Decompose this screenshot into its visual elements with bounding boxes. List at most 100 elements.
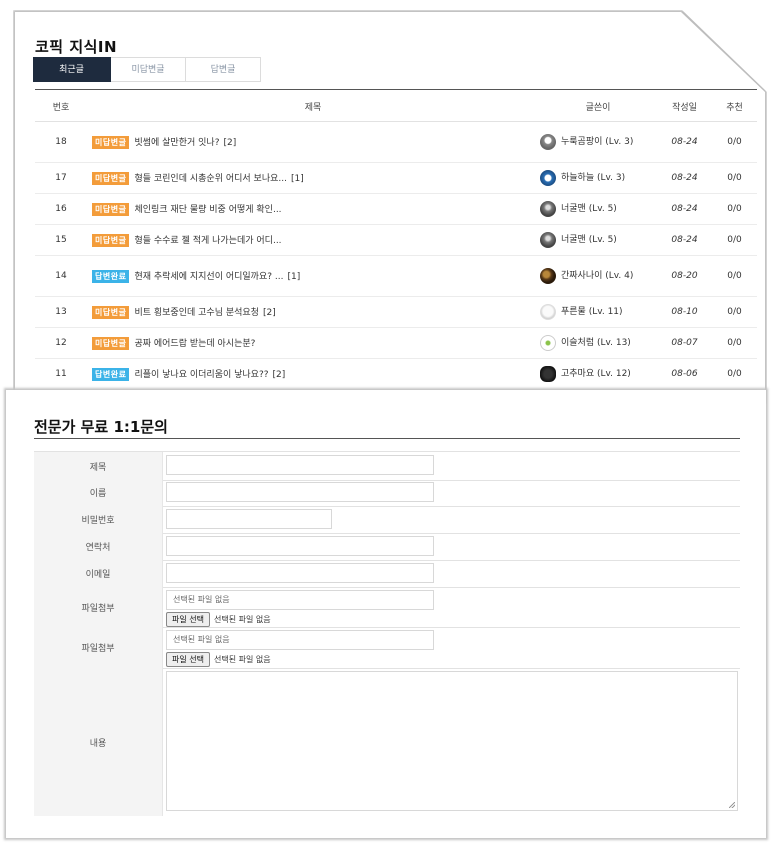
form-row-name: 이름 bbox=[34, 479, 740, 507]
board-title: 코픽 지식IN bbox=[35, 38, 118, 56]
row-date: 08-24 bbox=[657, 162, 712, 194]
writer-wrap: 이슬처럼 (Lv. 13) bbox=[540, 335, 656, 351]
question-link[interactable]: 현재 추락세에 지지선이 어디일까요? ... bbox=[134, 272, 283, 282]
file1-label: 파일첨부 bbox=[34, 587, 163, 627]
password-input[interactable] bbox=[166, 509, 332, 529]
table-row[interactable]: 16 미답변글 체인링크 재단 물량 비중 어떻게 확인... 너굴맨 (Lv. 5)… bbox=[35, 193, 757, 225]
content-label: 내용 bbox=[34, 668, 163, 816]
file1-choose-button[interactable]: 파일 선택 bbox=[166, 612, 210, 627]
table-row[interactable]: 12 미답변글 공짜 에어드랍 받는데 아시는분? 이슬처럼 (Lv. 13) 08-0… bbox=[35, 327, 757, 359]
writer-name[interactable]: 고추마요 (Lv. 12) bbox=[561, 367, 631, 381]
writer-wrap: 누룩곰팡이 (Lv. 3) bbox=[540, 134, 656, 150]
contact-input[interactable] bbox=[166, 536, 434, 556]
question-link[interactable]: 형들 수수료 젤 적게 나가는데가 어디... bbox=[134, 236, 281, 246]
question-link[interactable]: 리플이 낳나요 이더리움이 낳나요?? bbox=[134, 370, 268, 380]
avatar[interactable] bbox=[540, 335, 556, 351]
column-header-date: 작성일 bbox=[657, 91, 712, 122]
table-row[interactable]: 14 답변완료 현재 추락세에 지지선이 어디일까요? ... [1] 간짜사나이 (L… bbox=[35, 255, 757, 297]
avatar[interactable] bbox=[540, 134, 556, 150]
row-writer-cell: 하늘하늘 (Lv. 3) bbox=[539, 162, 657, 194]
file2-label: 파일첨부 bbox=[34, 627, 163, 668]
avatar[interactable] bbox=[540, 232, 556, 248]
row-vote: 0/0 bbox=[712, 193, 757, 225]
contact-field-wrap bbox=[163, 533, 740, 560]
table-row[interactable]: 17 미답변글 형들 코린인데 시총순위 어디서 보나요... [1] 하늘하늘 (Lv… bbox=[35, 162, 757, 194]
question-link[interactable]: 빗썸에 살만한거 잇나? bbox=[134, 138, 219, 148]
writer-name[interactable]: 너굴맨 (Lv. 5) bbox=[561, 202, 617, 216]
row-date: 08-07 bbox=[657, 327, 712, 359]
column-header-vote: 추천 bbox=[712, 91, 757, 122]
row-vote: 0/0 bbox=[712, 327, 757, 359]
board-body: 18 미답변글 빗썸에 살만한거 잇나? [2] 누룩곰팡이 (Lv. 3) 08-24 0… bbox=[35, 121, 757, 402]
form-row-file2: 파일첨부 선택된 파일 없음 파일 선택 선택된 파일 없음 bbox=[34, 627, 740, 669]
status-badge: 미답변글 bbox=[92, 136, 130, 149]
form-row-email: 이메일 bbox=[34, 560, 740, 588]
board-card: 코픽 지식IN 최근글 미답변글 답변글 번호 제목 글쓴이 작성일 추천 18… bbox=[15, 12, 765, 402]
password-label: 비밀번호 bbox=[34, 506, 163, 533]
board-divider bbox=[35, 89, 757, 90]
file2-choose-button[interactable]: 파일 선택 bbox=[166, 652, 210, 667]
writer-name[interactable]: 너굴맨 (Lv. 5) bbox=[561, 233, 617, 247]
table-row[interactable]: 11 답변완료 리플이 낳나요 이더리움이 낳나요?? [2] 고추마요 (Lv. 12… bbox=[35, 358, 757, 390]
status-badge: 미답변글 bbox=[92, 234, 130, 247]
row-number: 15 bbox=[35, 224, 87, 256]
row-vote: 0/0 bbox=[712, 255, 757, 297]
row-writer-cell: 간짜사나이 (Lv. 4) bbox=[539, 255, 657, 297]
status-badge: 답변완료 bbox=[92, 270, 130, 283]
tab-recent[interactable]: 최근글 bbox=[33, 57, 111, 82]
row-subject-cell: 미답변글 공짜 에어드랍 받는데 아시는분? bbox=[87, 327, 539, 359]
table-row[interactable]: 18 미답변글 빗썸에 살만한거 잇나? [2] 누룩곰팡이 (Lv. 3) 08-24 0… bbox=[35, 121, 757, 163]
tab-unanswered[interactable]: 미답변글 bbox=[111, 57, 186, 82]
writer-name[interactable]: 누룩곰팡이 (Lv. 3) bbox=[561, 135, 633, 149]
form-divider bbox=[34, 438, 740, 439]
file1-picker: 파일 선택 선택된 파일 없음 bbox=[166, 612, 740, 627]
row-date: 08-20 bbox=[657, 255, 712, 297]
email-field-wrap bbox=[163, 560, 740, 587]
form-row-password: 비밀번호 bbox=[34, 506, 740, 534]
file1-status: 선택된 파일 없음 bbox=[213, 615, 271, 624]
question-link[interactable]: 체인링크 재단 물량 비중 어떻게 확인... bbox=[134, 205, 281, 215]
board-tabs: 최근글 미답변글 답변글 bbox=[33, 57, 261, 82]
subject-input[interactable] bbox=[166, 455, 434, 475]
status-badge: 미답변글 bbox=[92, 172, 130, 185]
form-title: 전문가 무료 1:1문의 bbox=[34, 418, 168, 436]
table-row[interactable]: 13 미답변글 비트 횡보중인데 고수님 분석요청 [2] 푸른물 (Lv. 11) 08… bbox=[35, 296, 757, 328]
inquiry-form-card: 전문가 무료 1:1문의 제목 이름 비밀번호 연락처 이메일 파일첨부 선택된… bbox=[6, 390, 766, 838]
writer-wrap: 너굴맨 (Lv. 5) bbox=[540, 232, 656, 248]
row-date: 08-10 bbox=[657, 296, 712, 328]
question-link[interactable]: 비트 횡보중인데 고수님 분석요청 bbox=[134, 308, 259, 318]
writer-name[interactable]: 이슬처럼 (Lv. 13) bbox=[561, 336, 631, 350]
avatar[interactable] bbox=[540, 268, 556, 284]
row-number: 18 bbox=[35, 121, 87, 163]
question-link[interactable]: 공짜 에어드랍 받는데 아시는분? bbox=[134, 339, 255, 349]
row-vote: 0/0 bbox=[712, 358, 757, 390]
writer-name[interactable]: 하늘하늘 (Lv. 3) bbox=[561, 171, 625, 185]
table-row[interactable]: 15 미답변글 형들 수수료 젤 적게 나가는데가 어디... 너굴맨 (Lv. 5)… bbox=[35, 224, 757, 256]
tab-answered[interactable]: 답변글 bbox=[186, 57, 261, 82]
content-textarea[interactable] bbox=[166, 671, 738, 811]
status-badge: 답변완료 bbox=[92, 368, 130, 381]
avatar[interactable] bbox=[540, 170, 556, 186]
writer-name[interactable]: 푸른물 (Lv. 11) bbox=[561, 305, 623, 319]
row-subject-cell: 답변완료 리플이 낳나요 이더리움이 낳나요?? [2] bbox=[87, 358, 539, 390]
row-vote: 0/0 bbox=[712, 224, 757, 256]
name-field-wrap bbox=[163, 479, 740, 506]
row-number: 16 bbox=[35, 193, 87, 225]
resize-grip-icon[interactable] bbox=[729, 802, 735, 808]
row-subject-cell: 미답변글 비트 횡보중인데 고수님 분석요청 [2] bbox=[87, 296, 539, 328]
avatar[interactable] bbox=[540, 366, 556, 382]
comment-count: [1] bbox=[287, 272, 301, 282]
row-vote: 0/0 bbox=[712, 162, 757, 194]
avatar[interactable] bbox=[540, 201, 556, 217]
email-input[interactable] bbox=[166, 563, 434, 583]
comment-count: [2] bbox=[272, 370, 286, 380]
column-header-num: 번호 bbox=[35, 91, 87, 122]
file1-field-wrap: 선택된 파일 없음 파일 선택 선택된 파일 없음 bbox=[163, 587, 740, 627]
board-table: 번호 제목 글쓴이 작성일 추천 18 미답변글 빗썸에 살만한거 잇나? [2] 누룩… bbox=[35, 91, 757, 402]
name-input[interactable] bbox=[166, 482, 434, 502]
avatar[interactable] bbox=[540, 304, 556, 320]
row-subject-cell: 미답변글 형들 코린인데 시총순위 어디서 보나요... [1] bbox=[87, 162, 539, 194]
subject-label: 제목 bbox=[34, 452, 163, 480]
writer-name[interactable]: 간짜사나이 (Lv. 4) bbox=[561, 269, 633, 283]
question-link[interactable]: 형들 코린인데 시총순위 어디서 보나요... bbox=[134, 174, 287, 184]
